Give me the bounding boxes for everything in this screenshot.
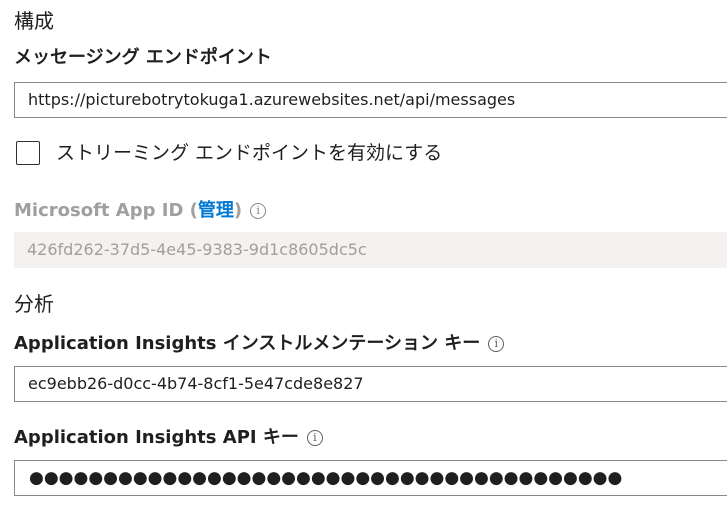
messaging-endpoint-input[interactable]: https://picturebotrytokuga1.azurewebsite… xyxy=(14,82,727,118)
manage-app-id-link[interactable]: 管理 xyxy=(198,199,234,223)
api-key-label: Application Insights API キー i xyxy=(14,426,323,450)
app-id-field: 426fd262-37d5-4e45-9383-9d1c8605dc5c xyxy=(14,232,727,268)
info-icon[interactable]: i xyxy=(306,430,323,446)
api-key-label-text: Application Insights API キー xyxy=(14,427,299,448)
configuration-heading: 構成 xyxy=(14,9,54,33)
instrumentation-key-label: Application Insights インストルメンテーション キー i xyxy=(14,332,505,356)
info-icon[interactable]: i xyxy=(488,336,505,352)
app-id-label-prefix: Microsoft App ID ( xyxy=(14,200,198,221)
instrumentation-key-input[interactable]: ec9ebb26-d0cc-4b74-8cf1-5e47cde8e827 xyxy=(14,366,727,402)
instrumentation-key-label-text: Application Insights インストルメンテーション キー xyxy=(14,333,481,354)
streaming-endpoint-checkbox[interactable] xyxy=(16,141,40,165)
app-id-label: Microsoft App ID (管理) i xyxy=(14,199,267,223)
analytics-heading: 分析 xyxy=(14,292,54,316)
messaging-endpoint-label: メッセージング エンドポイント xyxy=(14,46,272,70)
info-icon[interactable]: i xyxy=(250,203,267,219)
api-key-password-input[interactable]: ●●●●●●●●●●●●●●●●●●●●●●●●●●●●●●●●●●●●●●●● xyxy=(14,460,727,496)
streaming-endpoint-label: ストリーミング エンドポイントを有効にする xyxy=(56,142,443,164)
messaging-endpoint-label-text: メッセージング エンドポイント xyxy=(14,47,272,68)
app-id-label-suffix: ) xyxy=(233,200,243,221)
streaming-endpoint-checkbox-row[interactable]: ストリーミング エンドポイントを有効にする xyxy=(16,141,442,165)
